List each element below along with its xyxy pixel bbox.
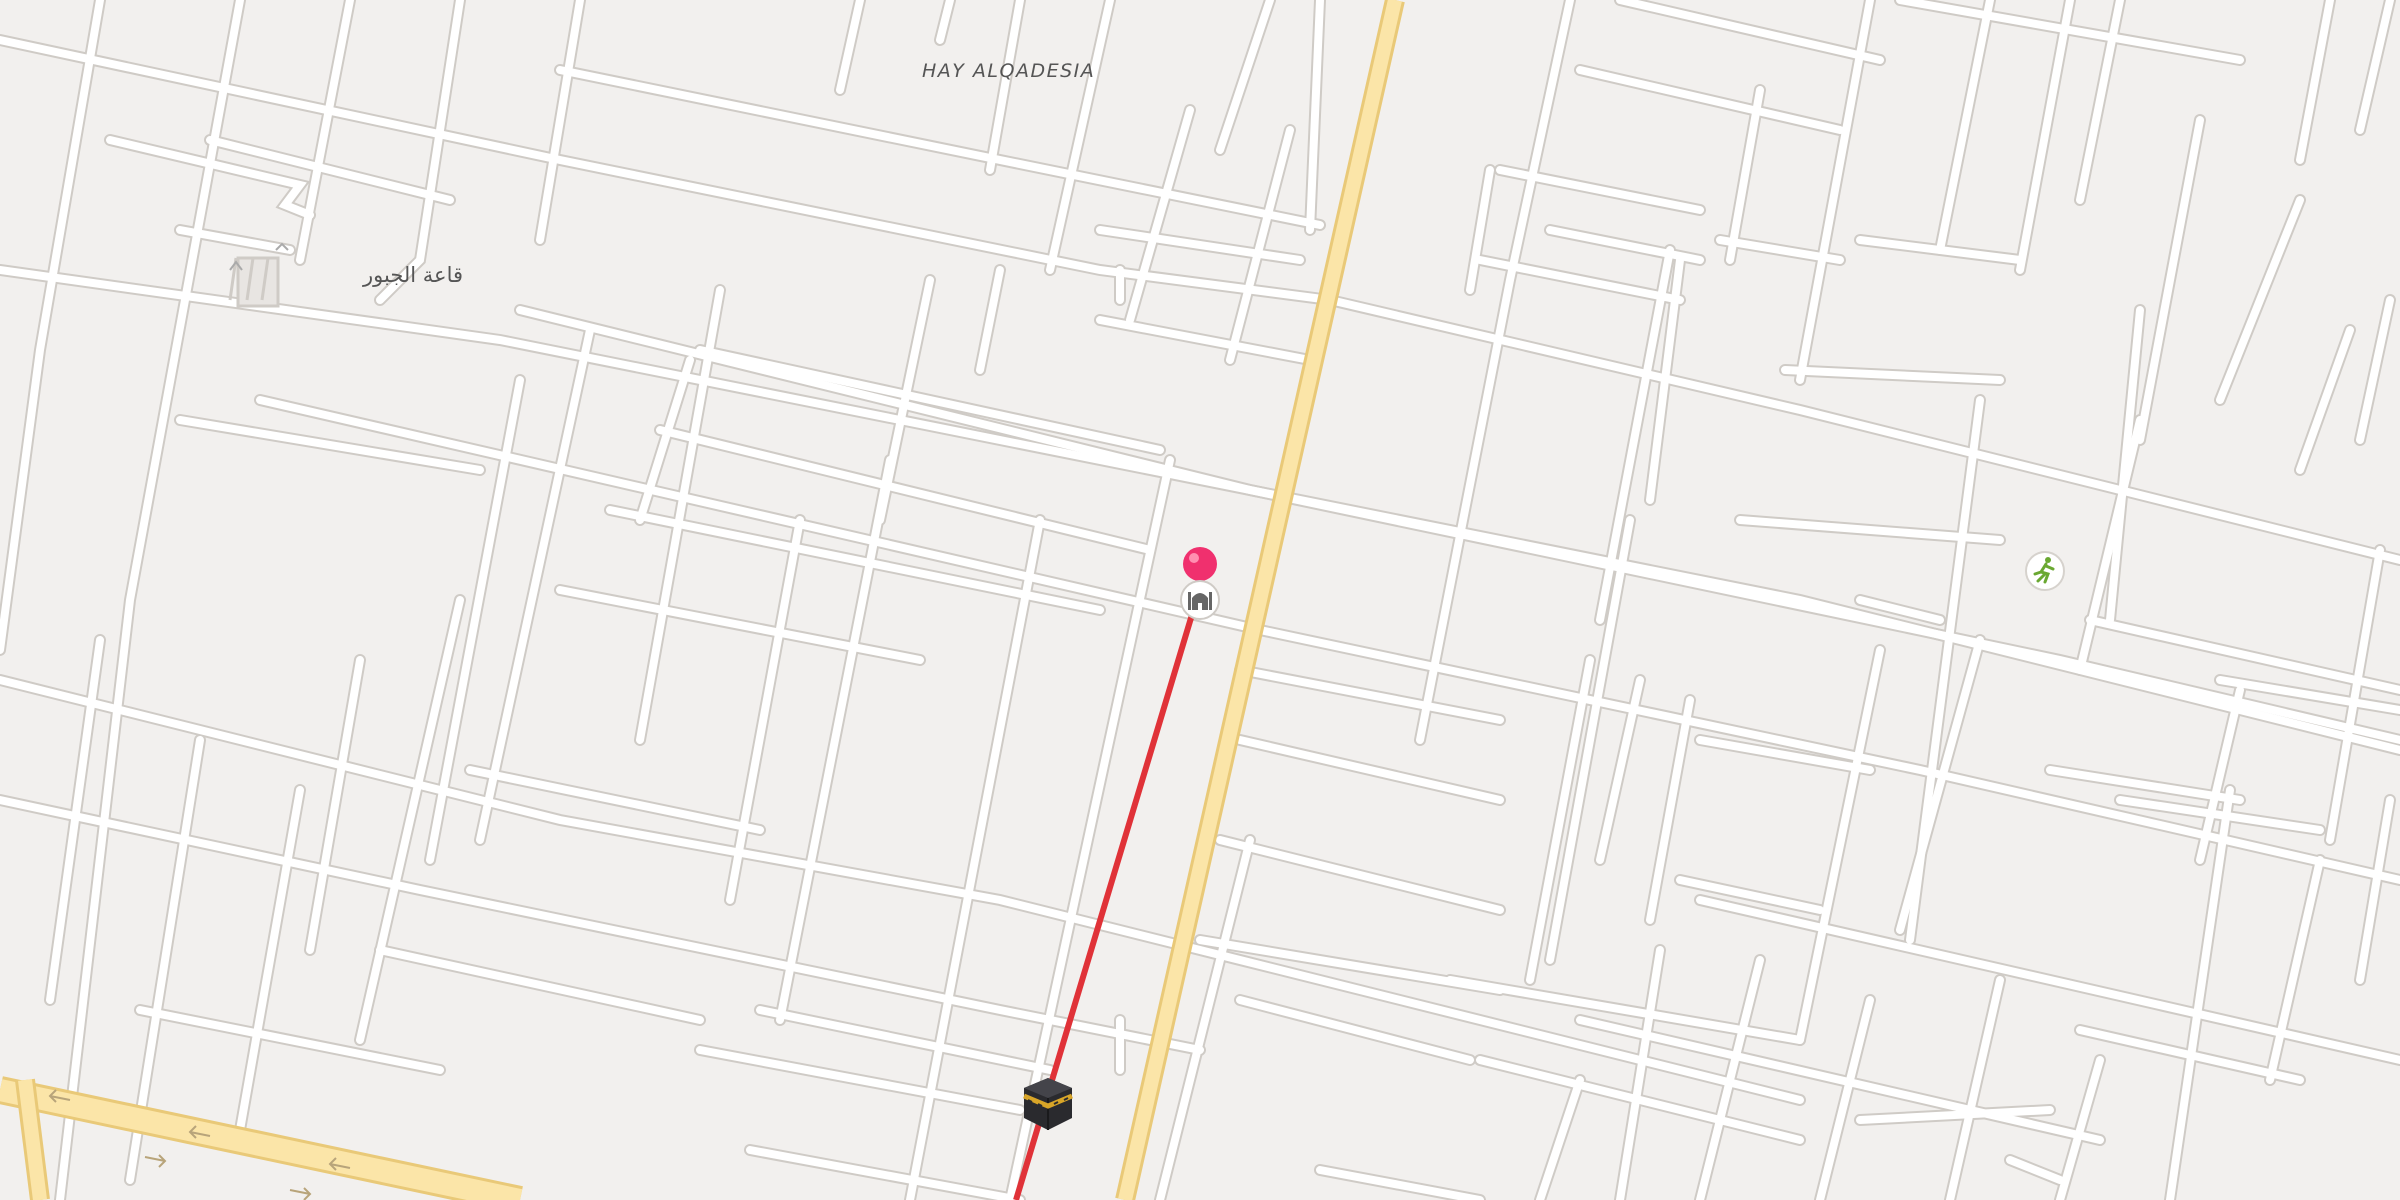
mosque-icon[interactable] — [1178, 578, 1222, 622]
kaaba-icon[interactable] — [1016, 1072, 1080, 1134]
place-label: قاعة الجبور — [363, 263, 464, 287]
running-figure-icon[interactable] — [2024, 550, 2066, 592]
neighborhood-label: HAY ALQADESIA — [922, 60, 1096, 82]
map-view[interactable]: HAY ALQADESIA قاعة الجبور — [0, 0, 2400, 1200]
